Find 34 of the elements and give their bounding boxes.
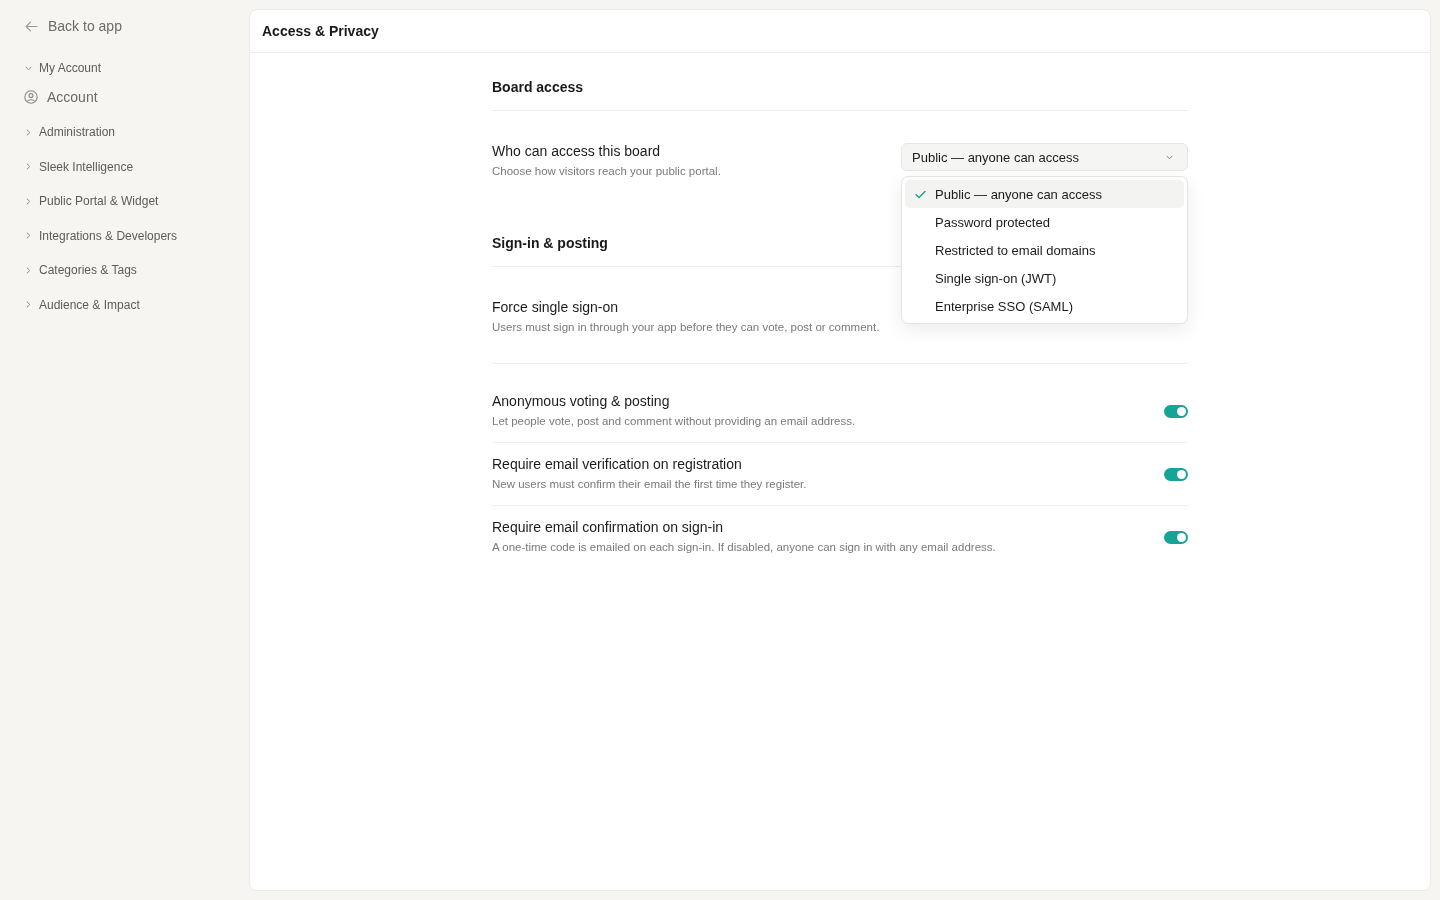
menu-option[interactable]: Enterprise SSO (SAML) bbox=[905, 292, 1184, 320]
menu-option[interactable]: Public — anyone can access bbox=[905, 180, 1184, 208]
page-title: Access & Privacy bbox=[262, 23, 379, 39]
setting-label: Require email confirmation on sign-in bbox=[492, 519, 724, 536]
back-link[interactable]: Back to app bbox=[22, 16, 122, 36]
toggle-switch[interactable] bbox=[1164, 404, 1188, 418]
arrow-left-icon bbox=[25, 20, 38, 32]
setting-label: Force single sign-on bbox=[492, 299, 619, 316]
sidebar-group[interactable]: Categories & Tags bbox=[22, 261, 137, 280]
sidebar-group[interactable]: Integrations & Developers bbox=[22, 226, 178, 245]
toggle-switch[interactable] bbox=[1164, 530, 1188, 544]
check-icon bbox=[915, 189, 926, 199]
select-dropdown[interactable]: Public — anyone can access bbox=[901, 143, 1188, 171]
menu-option[interactable]: Single sign-on (JWT) bbox=[905, 264, 1184, 292]
setting-label: Who can access this board bbox=[492, 143, 661, 160]
toggle-switch[interactable] bbox=[1164, 467, 1188, 481]
user-circle-icon bbox=[24, 90, 38, 104]
sidebar-group[interactable]: Sleek Intelligence bbox=[22, 157, 134, 176]
menu-option[interactable]: Restricted to email domains bbox=[905, 236, 1184, 264]
setting-description: Users must sign in through your app before they can vote, post or comment. bbox=[492, 320, 880, 335]
sidebar-group[interactable]: Audience & Impact bbox=[22, 295, 140, 314]
setting-label: Anonymous voting & posting bbox=[492, 393, 670, 410]
setting-description: Let people vote, post and comment without providing an email address. bbox=[492, 414, 856, 429]
sidebar-group[interactable]: Public Portal & Widget bbox=[22, 192, 159, 211]
sidebar-item[interactable]: Account bbox=[22, 86, 98, 108]
setting-description: New users must confirm their email the first time they register. bbox=[492, 477, 807, 492]
menu-option[interactable]: Password protected bbox=[905, 208, 1184, 236]
setting-description: Choose how visitors reach your public portal. bbox=[492, 164, 721, 179]
sidebar-group[interactable]: My Account bbox=[22, 59, 102, 77]
section-title: Board access bbox=[492, 78, 1188, 111]
setting-description: A one-time code is emailed on each sign-in. If disabled, anyone can sign in with any email address. bbox=[492, 540, 996, 555]
chevron-down-icon bbox=[1166, 153, 1173, 161]
sidebar-group[interactable]: Administration bbox=[22, 123, 116, 141]
setting-label: Require email verification on registration bbox=[492, 456, 742, 473]
